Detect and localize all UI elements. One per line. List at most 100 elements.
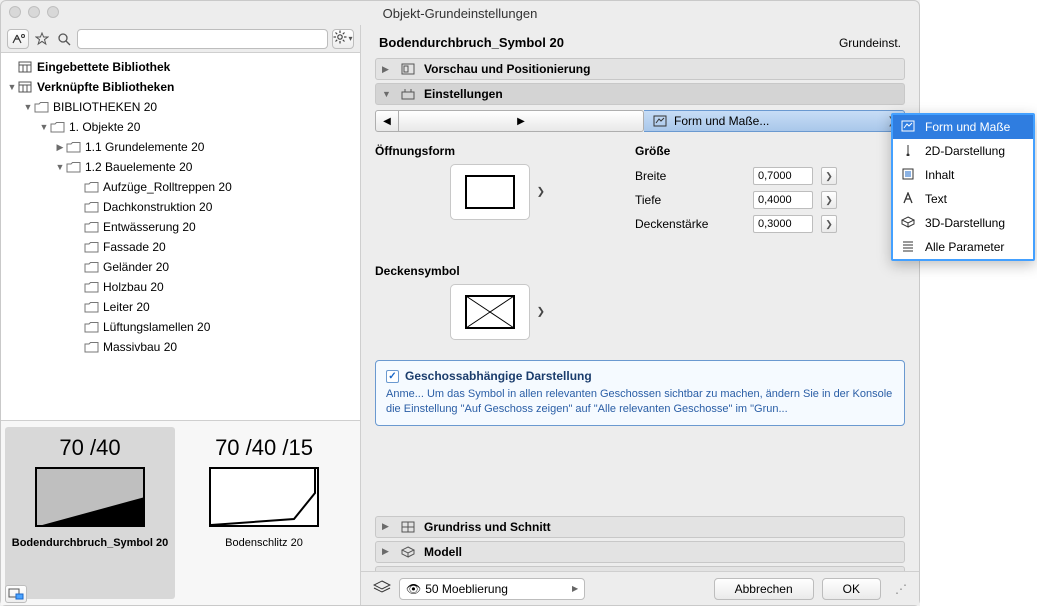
tree-label: Geländer 20 [103, 260, 169, 274]
library-icon [17, 80, 33, 94]
dropdown-item-2d[interactable]: 2D-Darstellung [893, 139, 1033, 163]
layer-name: 50 Moeblierung [425, 582, 508, 596]
folder-icon [83, 280, 99, 294]
tree-objects[interactable]: ▼ 1. Objekte 20 [1, 117, 360, 137]
size-heading: Größe [635, 144, 905, 158]
section-label: Vorschau und Positionierung [424, 62, 590, 76]
settings-page-nav: ◀ ▶ Form und Maße... ❯ [375, 108, 905, 134]
tree-label: Aufzüge_Rolltreppen 20 [103, 180, 232, 194]
ok-button[interactable]: OK [822, 578, 881, 600]
folder-icon [33, 100, 49, 114]
nav-next-button[interactable]: ▶ [399, 110, 644, 132]
dropdown-label: Inhalt [925, 168, 954, 182]
gear-icon [333, 30, 347, 47]
tree-label: Fassade 20 [103, 240, 166, 254]
object-thumbnails: 70 /40 Bodendurchbruch_Symbol 20 70 /40 … [1, 420, 360, 605]
settings-gear-button[interactable]: ▾ [332, 29, 354, 49]
dropdown-item-3d[interactable]: 3D-Darstellung [893, 211, 1033, 235]
settings-icon [400, 87, 416, 101]
tree-linked-libraries[interactable]: ▼ Verknüpfte Bibliotheken [1, 77, 360, 97]
dropdown-item-form[interactable]: Form und Maße [893, 115, 1033, 139]
tree-label: Entwässerung 20 [103, 220, 196, 234]
tree-item[interactable]: Leiter 20 [1, 297, 360, 317]
section-preview[interactable]: ▶ Vorschau und Positionierung [375, 58, 905, 80]
opening-shape-heading: Öffnungsform [375, 144, 605, 158]
dropdown-item-all-params[interactable]: Alle Parameter [893, 235, 1033, 259]
dropdown-item-content[interactable]: Inhalt [893, 163, 1033, 187]
dropdown-label: Form und Maße [925, 120, 1010, 134]
tree-item[interactable]: Geländer 20 [1, 257, 360, 277]
layer-select[interactable]: 👁 50 Moeblierung ▶ [399, 578, 585, 600]
view-mode-button[interactable] [7, 29, 29, 49]
dropdown-label: Text [925, 192, 947, 206]
tree-item[interactable]: Fassade 20 [1, 237, 360, 257]
zoom-window-button[interactable] [47, 6, 59, 18]
placement-mode-button[interactable] [5, 585, 27, 603]
tree-embedded-library[interactable]: Eingebettete Bibliothek [1, 57, 360, 77]
nav-prev-button[interactable]: ◀ [375, 110, 399, 132]
thumbnail-shape [209, 467, 319, 527]
thumbnail-dimensions: 70 /40 [59, 435, 120, 461]
library-tree[interactable]: Eingebettete Bibliothek ▼ Verknüpfte Bib… [1, 53, 360, 420]
chevron-right-icon: ❯ [537, 187, 545, 198]
thumbnail-shape [35, 467, 145, 527]
close-window-button[interactable] [9, 6, 21, 18]
settings-mode: Grundeinst. [839, 36, 901, 50]
library-pane: ▾ Eingebettete Bibliothek ▼ Verknüpfte B… [1, 25, 361, 605]
eye-icon: 👁 [406, 582, 421, 596]
thumbnail-label: Bodendurchbruch_Symbol 20 [12, 537, 168, 549]
form-icon [652, 114, 668, 128]
search-icon [55, 29, 73, 49]
tree-item[interactable]: Aufzüge_Rolltreppen 20 [1, 177, 360, 197]
story-display-checkbox[interactable]: ✓ [386, 370, 399, 383]
thumbnail-bodenschlitz[interactable]: 70 /40 /15 Bodenschlitz 20 [179, 427, 349, 599]
param-depth-input[interactable] [753, 191, 813, 209]
tree-bibliotheken[interactable]: ▼ BIBLIOTHEKEN 20 [1, 97, 360, 117]
resize-grip-icon[interactable]: ⋰ [895, 582, 907, 596]
thumbnail-bodendurchbruch[interactable]: 70 /40 Bodendurchbruch_Symbol 20 [5, 427, 175, 599]
opening-shape-button[interactable]: ❯ [450, 164, 530, 220]
param-width-label: Breite [635, 169, 745, 183]
section-settings[interactable]: ▼ Einstellungen [375, 83, 905, 105]
settings-page-select[interactable]: Form und Maße... ❯ [644, 110, 905, 132]
story-display-title: Geschossabhängige Darstellung [405, 369, 592, 383]
dropdown-item-text[interactable]: Text [893, 187, 1033, 211]
search-input[interactable] [77, 29, 328, 49]
tree-grundelemente[interactable]: ▶ 1.1 Grundelemente 20 [1, 137, 360, 157]
tree-bauelemente[interactable]: ▼ 1.2 Bauelemente 20 [1, 157, 360, 177]
param-depth-flyout[interactable]: ❯ [821, 191, 837, 209]
form-icon [901, 120, 917, 135]
tree-label: BIBLIOTHEKEN 20 [53, 100, 157, 114]
dialog-footer: 👁 50 Moeblierung ▶ Abbrechen OK ⋰ [361, 571, 919, 605]
param-depth-label: Tiefe [635, 193, 745, 207]
folder-icon [83, 300, 99, 314]
tree-item[interactable]: Holzbau 20 [1, 277, 360, 297]
minimize-window-button[interactable] [28, 6, 40, 18]
tree-label: Lüftungslamellen 20 [103, 320, 210, 334]
settings-page-dropdown[interactable]: Form und Maße 2D-Darstellung Inhalt Text… [891, 113, 1035, 261]
section-model[interactable]: ▶ Modell [375, 541, 905, 563]
ceiling-symbol-button[interactable]: ❯ [450, 284, 530, 340]
folder-icon [83, 340, 99, 354]
settings-page-label: Form und Maße... [674, 114, 769, 128]
folder-icon [83, 240, 99, 254]
thumbnail-label: Bodenschlitz 20 [225, 537, 303, 549]
dialog-window: Objekt-Grundeinstellungen [0, 0, 920, 606]
tree-item[interactable]: Entwässerung 20 [1, 217, 360, 237]
favorite-icon[interactable] [33, 29, 51, 49]
tree-item[interactable]: Lüftungslamellen 20 [1, 317, 360, 337]
param-width-input[interactable] [753, 167, 813, 185]
section-floorplan[interactable]: ▶ Grundriss und Schnitt [375, 516, 905, 538]
param-width-flyout[interactable]: ❯ [821, 167, 837, 185]
cancel-button[interactable]: Abbrechen [714, 578, 814, 600]
param-thickness-flyout[interactable]: ❯ [821, 215, 837, 233]
list-icon [901, 240, 917, 255]
window-title: Objekt-Grundeinstellungen [1, 6, 919, 21]
tree-label: Verknüpfte Bibliotheken [37, 80, 174, 94]
floorplan-icon [400, 520, 416, 534]
3d-icon [901, 216, 917, 231]
tree-item[interactable]: Massivbau 20 [1, 337, 360, 357]
param-thickness-input[interactable] [753, 215, 813, 233]
tree-item[interactable]: Dachkonstruktion 20 [1, 197, 360, 217]
section-label: Einstellungen [424, 87, 503, 101]
